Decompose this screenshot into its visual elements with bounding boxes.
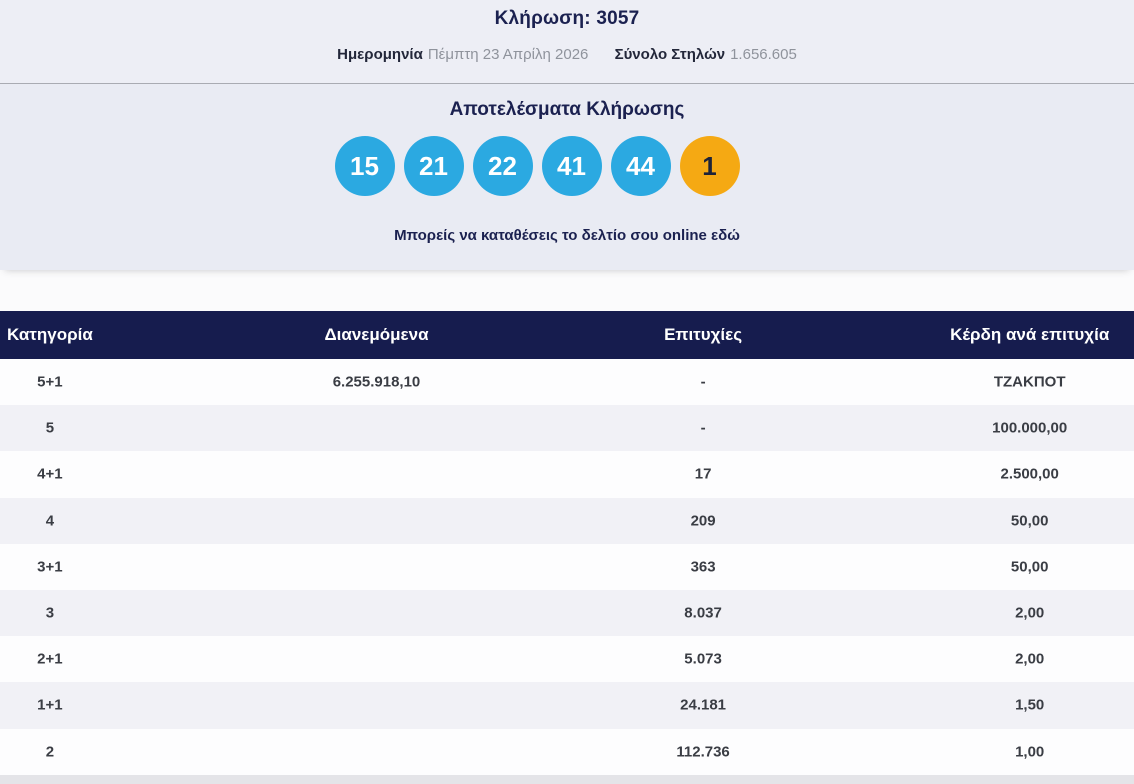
cell-prize: 50,00 bbox=[1011, 512, 1049, 529]
prize-table-body: 5+1 6.255.918,10 - ΤΖΑΚΠΟΤ 5 - 100.000,00 4+1 17… bbox=[0, 359, 1134, 775]
number-ball: 44 bbox=[611, 136, 671, 196]
number-ball: 22 bbox=[473, 136, 533, 196]
cell-winners: 209 bbox=[691, 512, 716, 529]
col-header-prize: Κέρδη ανά επιτυχία bbox=[950, 325, 1109, 345]
table-row: 5+1 6.255.918,10 - ΤΖΑΚΠΟΤ bbox=[0, 359, 1134, 405]
number-ball: 21 bbox=[404, 136, 464, 196]
cell-prize: 2,00 bbox=[1015, 651, 1044, 668]
draw-meta: Ημερομηνία Πέμπτη 23 Απρίλη 2026 Σύνολο Σ… bbox=[0, 46, 1134, 63]
cell-prize: 50,00 bbox=[1011, 558, 1049, 575]
total-columns-label: Σύνολο Στηλών bbox=[615, 46, 726, 63]
draw-title: Κλήρωση: 3057 bbox=[0, 0, 1134, 30]
table-row: 4 209 50,00 bbox=[0, 498, 1134, 544]
cell-category: 5 bbox=[46, 420, 54, 437]
winning-numbers: 15212241441 bbox=[0, 136, 1104, 196]
prize-table-header: Κατηγορία Διανεμόμενα Επιτυχίες Κέρδη αν… bbox=[0, 311, 1134, 359]
col-header-category: Κατηγορία bbox=[7, 325, 93, 345]
cell-category: 4+1 bbox=[37, 466, 62, 483]
cell-prize: 1,00 bbox=[1015, 743, 1044, 760]
table-row: 3 8.037 2,00 bbox=[0, 590, 1134, 636]
col-header-winners: Επιτυχίες bbox=[664, 325, 742, 345]
draw-date-value: Πέμπτη 23 Απρίλη 2026 bbox=[428, 46, 589, 63]
cell-category: 3+1 bbox=[37, 558, 62, 575]
cell-category: 5+1 bbox=[37, 374, 62, 391]
cell-prize: 100.000,00 bbox=[992, 420, 1067, 437]
bottom-strip bbox=[0, 775, 1134, 784]
section-gap bbox=[0, 270, 1134, 311]
col-header-distributed: Διανεμόμενα bbox=[324, 325, 428, 345]
table-row: 2+1 5.073 2,00 bbox=[0, 636, 1134, 682]
table-row: 1+1 24.181 1,50 bbox=[0, 682, 1134, 728]
table-row: 4+1 17 2.500,00 bbox=[0, 451, 1134, 497]
cell-winners: 17 bbox=[695, 466, 712, 483]
draw-results-section: Αποτελέσματα Κλήρωσης 15212241441 Μπορεί… bbox=[0, 84, 1134, 270]
cell-winners: - bbox=[701, 374, 706, 391]
table-row: 2 112.736 1,00 bbox=[0, 729, 1134, 775]
cell-category: 4 bbox=[46, 512, 54, 529]
cell-winners: 24.181 bbox=[680, 697, 726, 714]
total-columns: Σύνολο Στηλών1.656.605 bbox=[615, 46, 797, 63]
cell-prize: 1,50 bbox=[1015, 697, 1044, 714]
table-row: 3+1 363 50,00 bbox=[0, 544, 1134, 590]
cell-prize: 2,00 bbox=[1015, 605, 1044, 622]
draw-header: Κλήρωση: 3057 Ημερομηνία Πέμπτη 23 Απρίλη… bbox=[0, 0, 1134, 84]
cell-winners: 5.073 bbox=[684, 651, 722, 668]
lottery-results-page: Κλήρωση: 3057 Ημερομηνία Πέμπτη 23 Απρίλη… bbox=[0, 0, 1134, 784]
total-columns-value: 1.656.605 bbox=[730, 46, 797, 63]
cell-winners: - bbox=[701, 420, 706, 437]
cell-category: 2 bbox=[46, 743, 54, 760]
submit-online-link[interactable]: Μπορείς να καταθέσεις το δελτίο σου onli… bbox=[0, 227, 1134, 244]
cell-prize: ΤΖΑΚΠΟΤ bbox=[994, 374, 1066, 391]
draw-date-label: Ημερομηνία bbox=[337, 46, 423, 63]
draw-date: Ημερομηνία Πέμπτη 23 Απρίλη 2026 bbox=[337, 46, 588, 63]
cell-winners: 112.736 bbox=[676, 743, 729, 760]
table-row: 5 - 100.000,00 bbox=[0, 405, 1134, 451]
cell-winners: 8.037 bbox=[684, 605, 722, 622]
cell-prize: 2.500,00 bbox=[1000, 466, 1058, 483]
number-ball: 41 bbox=[542, 136, 602, 196]
results-title: Αποτελέσματα Κλήρωσης bbox=[0, 84, 1134, 121]
number-ball: 15 bbox=[335, 136, 395, 196]
bonus-ball: 1 bbox=[680, 136, 740, 196]
cell-category: 3 bbox=[46, 605, 54, 622]
cell-category: 2+1 bbox=[37, 651, 62, 668]
cell-winners: 363 bbox=[691, 558, 716, 575]
cell-distributed: 6.255.918,10 bbox=[333, 374, 421, 391]
cell-category: 1+1 bbox=[37, 697, 62, 714]
